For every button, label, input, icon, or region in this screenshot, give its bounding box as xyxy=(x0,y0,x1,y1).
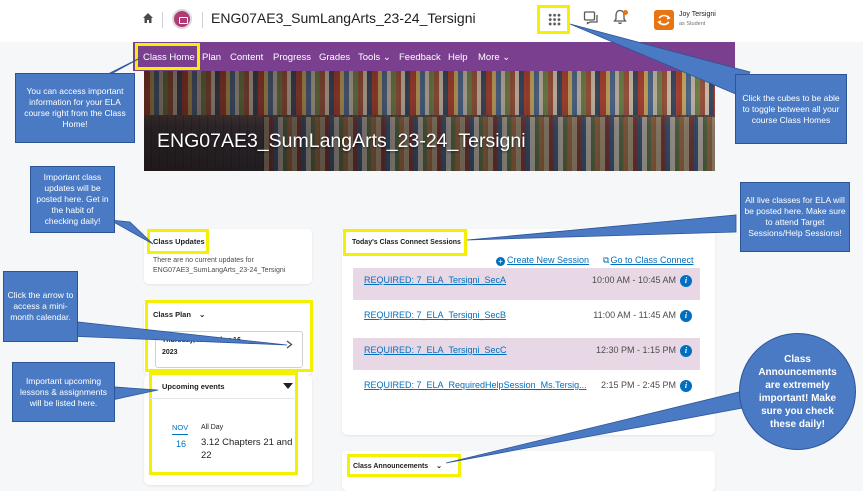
callout-class-home: You can access important information for… xyxy=(15,73,135,143)
callout-cubes: Click the cubes to be able to toggle bet… xyxy=(735,74,847,144)
callout-updates: Important class updates will be posted h… xyxy=(30,166,115,233)
pointer-cubes xyxy=(569,23,751,96)
pointer-live-classes xyxy=(466,214,737,241)
callout-announcements: Class Announcements are extremely import… xyxy=(739,333,856,450)
callout-arrow: Click the arrow to access a mini-month c… xyxy=(3,271,78,342)
pointer-announcements xyxy=(445,384,776,464)
callout-upcoming: Important upcoming lessons & assignments… xyxy=(12,362,115,422)
pointer-arrow xyxy=(59,319,288,346)
pointer-updates xyxy=(109,219,154,245)
callout-live-classes: All live classes for ELA will be posted … xyxy=(740,182,850,252)
